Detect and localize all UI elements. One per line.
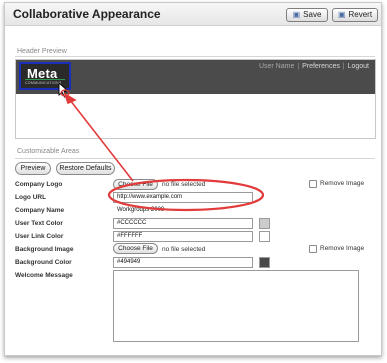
- preview-nav: User Name | Preferences | Logout: [259, 63, 369, 70]
- remove-background-label: Remove Image: [320, 245, 365, 252]
- company-name-label: Company Name: [15, 207, 65, 214]
- divider: [15, 56, 375, 57]
- logo-url-input[interactable]: http://www.example.com: [113, 192, 253, 203]
- company-logo-file-status: no file selected: [162, 181, 206, 188]
- background-image-file-status: no file selected: [162, 246, 206, 253]
- user-text-color-label: User Text Color: [15, 220, 63, 227]
- remove-logo-checkbox[interactable]: [309, 180, 317, 188]
- remove-logo-label: Remove Image: [320, 180, 365, 187]
- company-logo-choose-file-button[interactable]: Choose File: [113, 179, 158, 190]
- user-link-color-swatch[interactable]: [259, 231, 270, 242]
- save-label: Save: [303, 10, 322, 19]
- company-logo-label: Company Logo: [15, 181, 63, 188]
- welcome-message-label: Welcome Message: [15, 272, 73, 279]
- customizable-areas-label: Customizable Areas: [17, 148, 80, 155]
- remove-background-checkbox[interactable]: [309, 245, 317, 253]
- page-title: Collaborative Appearance: [13, 7, 161, 21]
- header-preview: Meta COMMUNICATIONS User Name | Preferen…: [15, 59, 376, 139]
- restore-defaults-button[interactable]: Restore Defaults: [56, 162, 115, 175]
- user-text-color-swatch[interactable]: [259, 218, 270, 229]
- divider: [15, 158, 375, 159]
- save-button[interactable]: ▣ Save: [286, 8, 328, 22]
- background-image-choose-file-button[interactable]: Choose File: [113, 243, 158, 254]
- revert-icon: ▣: [337, 10, 346, 19]
- user-text-color-input[interactable]: #CCCCCC: [113, 218, 253, 229]
- background-image-label: Background Image: [15, 246, 74, 253]
- background-color-label: Background Color: [15, 259, 72, 266]
- logo-url-label: Logo URL: [15, 194, 47, 201]
- nav-preferences[interactable]: Preferences: [302, 63, 340, 70]
- background-color-input[interactable]: #494949: [113, 257, 253, 268]
- revert-label: Revert: [348, 10, 373, 19]
- background-color-swatch[interactable]: [259, 257, 270, 268]
- pointer-cursor-icon: [58, 82, 70, 98]
- nav-logout[interactable]: Logout: [348, 63, 369, 70]
- header-preview-label: Header Preview: [17, 48, 67, 55]
- title-bar: Collaborative Appearance ▣ Save ▣ Revert: [5, 3, 381, 26]
- nav-separator: |: [297, 63, 300, 70]
- welcome-message-textarea[interactable]: [113, 270, 359, 342]
- disk-icon: ▣: [292, 10, 301, 19]
- user-link-color-label: User Link Color: [15, 233, 64, 240]
- user-link-color-input[interactable]: #FFFFFF: [113, 231, 253, 242]
- preview-button[interactable]: Preview: [15, 162, 51, 175]
- nav-user-name: User Name: [258, 63, 295, 70]
- revert-button[interactable]: ▣ Revert: [332, 8, 378, 22]
- logo-underline: [25, 79, 65, 80]
- nav-separator: |: [342, 63, 345, 70]
- company-name-input[interactable]: Workgroups 2009: [113, 205, 253, 216]
